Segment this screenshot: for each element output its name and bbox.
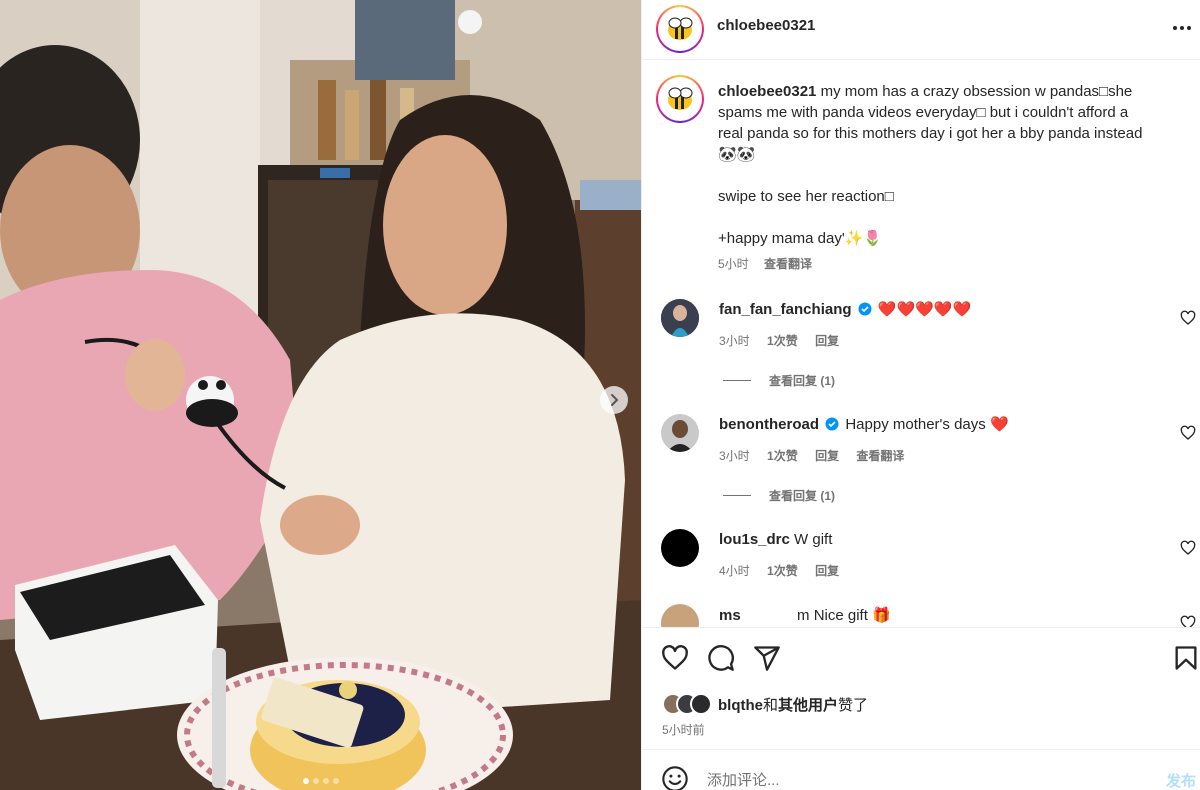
- commenter-avatar[interactable]: [661, 299, 699, 337]
- comment-likes[interactable]: 1次赞: [767, 334, 798, 348]
- likes-suffix: 赞了: [838, 696, 869, 714]
- more-options-icon: [1173, 26, 1191, 30]
- comment-text-row: ms m Nice gift 🎁: [719, 606, 1169, 626]
- chevron-right-icon: [611, 394, 619, 406]
- comment-text: ❤️❤️❤️❤️❤️: [877, 301, 972, 318]
- comment-text: Happy mother's days ❤️: [845, 416, 1009, 433]
- author-username[interactable]: chloebee0321: [717, 17, 815, 34]
- caption-username[interactable]: chloebee0321: [718, 83, 816, 100]
- caption-translate-link[interactable]: 查看翻译: [764, 257, 812, 271]
- view-replies-button[interactable]: 查看回复 (1): [723, 372, 835, 389]
- likes-connector: 和: [763, 696, 779, 714]
- post-media[interactable]: [0, 0, 641, 790]
- comment-meta: 3小时 1次赞 回复 查看翻译: [719, 447, 918, 464]
- post-caption: chloebee0321 my mom has a crazy obsessio…: [718, 81, 1188, 275]
- caption-line: [718, 165, 1188, 186]
- post-actions: blqthe和其他用户赞了 5小时前: [642, 627, 1200, 749]
- post-sidebar: chloebee0321 chloebee0321 my mom has a c…: [641, 0, 1200, 790]
- next-slide-button[interactable]: [600, 386, 628, 414]
- comment-reply-button[interactable]: 回复: [815, 564, 839, 578]
- comment-text: W gift: [794, 531, 833, 548]
- comments-list[interactable]: chloebee0321 my mom has a crazy obsessio…: [642, 61, 1200, 627]
- post-timestamp: 5小时前: [662, 723, 705, 737]
- comment-time: 3小时: [719, 449, 750, 463]
- bee-avatar-icon: [668, 87, 693, 110]
- post-header: chloebee0321: [642, 0, 1200, 60]
- commenter-username[interactable]: lou1s_drc: [719, 531, 790, 548]
- likes-others-link[interactable]: 其他用户: [778, 697, 838, 714]
- caption-line: spams me with panda videos everyday□ but…: [718, 104, 1129, 121]
- comment-translate-link[interactable]: 查看翻译: [856, 449, 904, 463]
- more-options-button[interactable]: [1170, 16, 1194, 40]
- commenter-avatar[interactable]: [661, 414, 699, 452]
- caption-line: [718, 207, 1188, 228]
- comment-reply-button[interactable]: 回复: [815, 334, 839, 348]
- caption-line: swipe to see her reaction□: [718, 188, 894, 205]
- caption-line: real panda so for this mothers day i got…: [718, 125, 1143, 142]
- comment-like-icon[interactable]: [1180, 540, 1196, 556]
- comment-meta: 3小时 1次赞 回复: [719, 332, 853, 349]
- commenter-username[interactable]: fan_fan_fanchiang: [719, 301, 852, 318]
- commenter-username[interactable]: benontheroad: [719, 416, 819, 433]
- comment-time: 4小时: [719, 564, 750, 578]
- emoji-icon[interactable]: [661, 765, 689, 790]
- replies-divider: [723, 495, 751, 496]
- liker-username[interactable]: blqthe: [718, 697, 763, 714]
- comment-likes[interactable]: 1次赞: [767, 564, 798, 578]
- caption-avatar[interactable]: [656, 75, 704, 123]
- likes-text: blqthe和其他用户赞了: [718, 694, 868, 715]
- comment-text: m Nice gift 🎁: [797, 607, 891, 624]
- comment-text-row: fan_fan_fanchiang ❤️❤️❤️❤️❤️: [719, 300, 1169, 320]
- caption-time: 5小时: [718, 257, 749, 271]
- verified-badge-icon: [858, 302, 872, 316]
- view-replies-label: 查看回复 (1): [769, 489, 836, 503]
- post-photo: [0, 0, 641, 790]
- comment-likes[interactable]: 1次赞: [767, 449, 798, 463]
- bookmark-icon[interactable]: [1172, 644, 1200, 672]
- commenter-username[interactable]: ms: [719, 607, 741, 624]
- liker-avatar: [690, 693, 712, 715]
- verified-badge-icon: [825, 417, 839, 431]
- avatar-photo: [661, 299, 699, 337]
- caption-line: my mom has a crazy obsession w pandas□sh…: [820, 83, 1133, 100]
- carousel-dot: [302, 778, 309, 784]
- comment-icon[interactable]: [707, 644, 735, 672]
- share-icon[interactable]: [753, 644, 781, 672]
- comment-like-icon[interactable]: [1180, 310, 1196, 326]
- likes-summary[interactable]: blqthe和其他用户赞了: [662, 693, 868, 715]
- comment-meta: 4小时 1次赞 回复: [719, 562, 853, 579]
- caption-line: +happy mama day'✨🌷: [718, 230, 883, 247]
- comment-like-icon[interactable]: [1180, 425, 1196, 441]
- heart-icon[interactable]: [661, 644, 689, 672]
- comment-like-icon[interactable]: [1180, 615, 1196, 627]
- comment-text-row: lou1s_drc W gift: [719, 530, 1169, 550]
- comment-reply-button[interactable]: 回复: [815, 449, 839, 463]
- replies-divider: [723, 380, 751, 381]
- carousel-indicators: [0, 778, 641, 784]
- commenter-avatar[interactable]: [661, 604, 699, 627]
- caption-meta: 5小时 查看翻译: [718, 254, 1188, 275]
- avatar-photo: [661, 414, 699, 452]
- carousel-dot: [312, 778, 319, 784]
- author-avatar[interactable]: [656, 5, 704, 53]
- comment-input[interactable]: [707, 769, 1107, 790]
- carousel-dot: [322, 778, 329, 784]
- view-replies-label: 查看回复 (1): [769, 374, 836, 388]
- view-replies-button[interactable]: 查看回复 (1): [723, 487, 835, 504]
- caption-line: 🐼🐼: [718, 146, 756, 163]
- post-comment-button[interactable]: 发布: [1166, 770, 1196, 790]
- carousel-dot: [332, 778, 339, 784]
- commenter-avatar[interactable]: [661, 529, 699, 567]
- comment-time: 3小时: [719, 334, 750, 348]
- add-comment-bar: 发布: [642, 749, 1200, 790]
- bee-avatar-icon: [668, 17, 693, 40]
- comment-text-row: benontheroad Happy mother's days ❤️: [719, 415, 1169, 435]
